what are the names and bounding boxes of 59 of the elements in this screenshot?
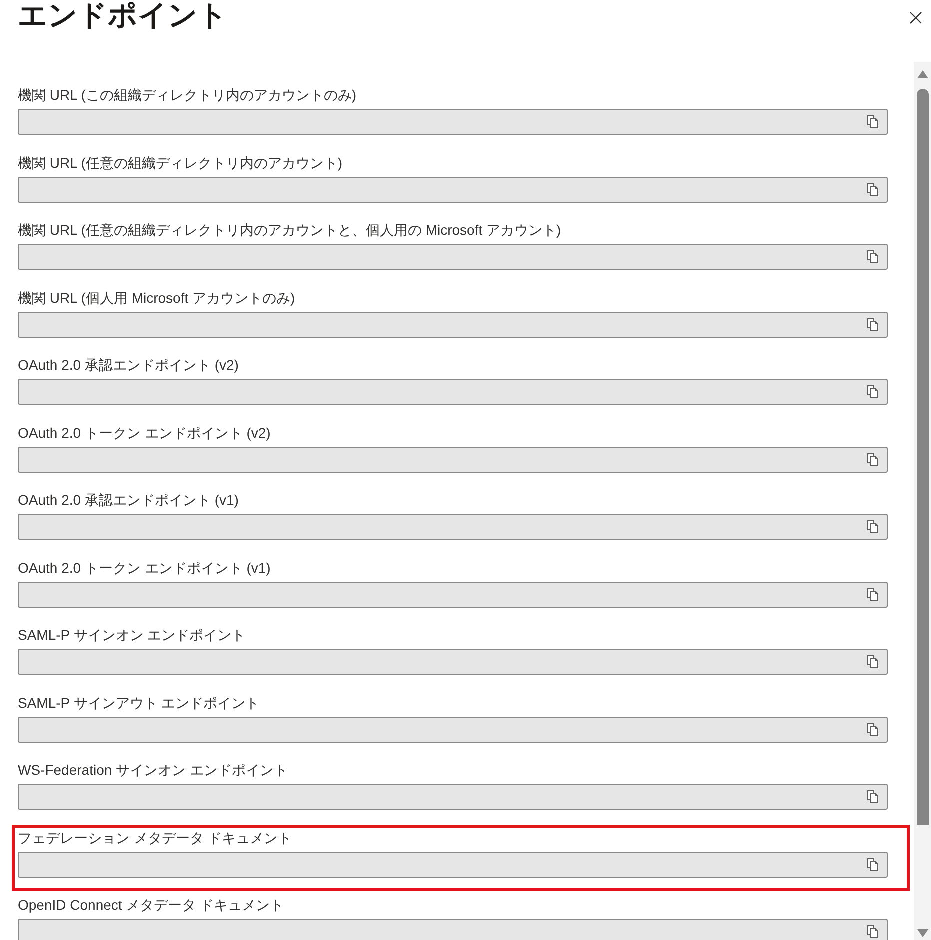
- copy-icon: [867, 588, 879, 602]
- url-field[interactable]: [18, 109, 888, 135]
- url-field[interactable]: [18, 784, 888, 810]
- url-field[interactable]: [18, 244, 888, 270]
- field-label: OAuth 2.0 トークン エンドポイント (v2): [18, 424, 272, 442]
- url-field[interactable]: [18, 446, 888, 472]
- scrollbar-track[interactable]: [914, 62, 931, 940]
- url-field[interactable]: [18, 176, 888, 202]
- field-label: 機関 URL (任意の組織ディレクトリ内のアカウント): [18, 154, 344, 172]
- copy-icon: [867, 790, 879, 804]
- copy-icon: [867, 385, 879, 399]
- field-label: 機関 URL (個人用 Microsoft アカウントのみ): [18, 288, 296, 308]
- field-label: SAML-P サインアウト エンドポイント: [18, 694, 261, 712]
- copy-button[interactable]: [866, 182, 880, 198]
- url-field[interactable]: [18, 379, 888, 405]
- copy-icon: [867, 925, 879, 939]
- field-label: SAML-P サインオン エンドポイント: [18, 626, 247, 645]
- url-field[interactable]: [18, 852, 888, 878]
- field-label: OAuth 2.0 承認エンドポイント (v1): [18, 491, 240, 510]
- url-field[interactable]: [18, 649, 888, 675]
- copy-button[interactable]: [866, 586, 880, 602]
- field-label: 機関 URL (この組織ディレクトリ内のアカウントのみ): [18, 86, 358, 105]
- field-label: 機関 URL (任意の組織ディレクトリ内のアカウントと、個人用の Microsoft アカウント): [18, 221, 562, 240]
- copy-button[interactable]: [866, 316, 880, 332]
- copy-button[interactable]: [866, 384, 880, 400]
- copy-button[interactable]: [866, 654, 880, 670]
- url-field[interactable]: [18, 919, 888, 940]
- copy-button[interactable]: [866, 789, 880, 805]
- copy-button[interactable]: [866, 452, 880, 468]
- copy-icon: [867, 452, 879, 466]
- field-label: フェデレーション メタデータ ドキュメント: [18, 828, 293, 848]
- copy-button[interactable]: [866, 114, 880, 130]
- copy-icon: [867, 318, 879, 332]
- window-title: エンドポイント: [18, 0, 228, 34]
- copy-icon: [867, 858, 879, 872]
- field-label: WS-Federation サインオン エンドポイント: [18, 761, 289, 780]
- copy-icon: [867, 722, 879, 736]
- url-field[interactable]: [18, 716, 888, 742]
- scrollbar-thumb[interactable]: [916, 89, 928, 825]
- url-field[interactable]: [18, 312, 888, 338]
- copy-icon: [867, 182, 879, 196]
- close-icon: [910, 12, 922, 24]
- url-field[interactable]: [18, 582, 888, 608]
- url-field[interactable]: [18, 514, 888, 540]
- copy-button[interactable]: [866, 249, 880, 265]
- copy-icon: [867, 520, 879, 534]
- close-button[interactable]: [908, 10, 924, 26]
- scroll-down-arrow-icon[interactable]: [916, 929, 928, 938]
- copy-icon: [867, 655, 879, 669]
- field-label: OAuth 2.0 トークン エンドポイント (v1): [18, 558, 272, 578]
- copy-icon: [867, 115, 879, 129]
- copy-button[interactable]: [866, 856, 880, 872]
- copy-button[interactable]: [866, 924, 880, 940]
- field-label: OAuth 2.0 承認エンドポイント (v2): [18, 356, 240, 375]
- copy-button[interactable]: [866, 519, 880, 535]
- scroll-up-arrow-icon[interactable]: [916, 70, 928, 79]
- copy-icon: [867, 250, 879, 264]
- field-label: OpenID Connect メタデータ ドキュメント: [18, 896, 286, 915]
- copy-button[interactable]: [866, 722, 880, 738]
